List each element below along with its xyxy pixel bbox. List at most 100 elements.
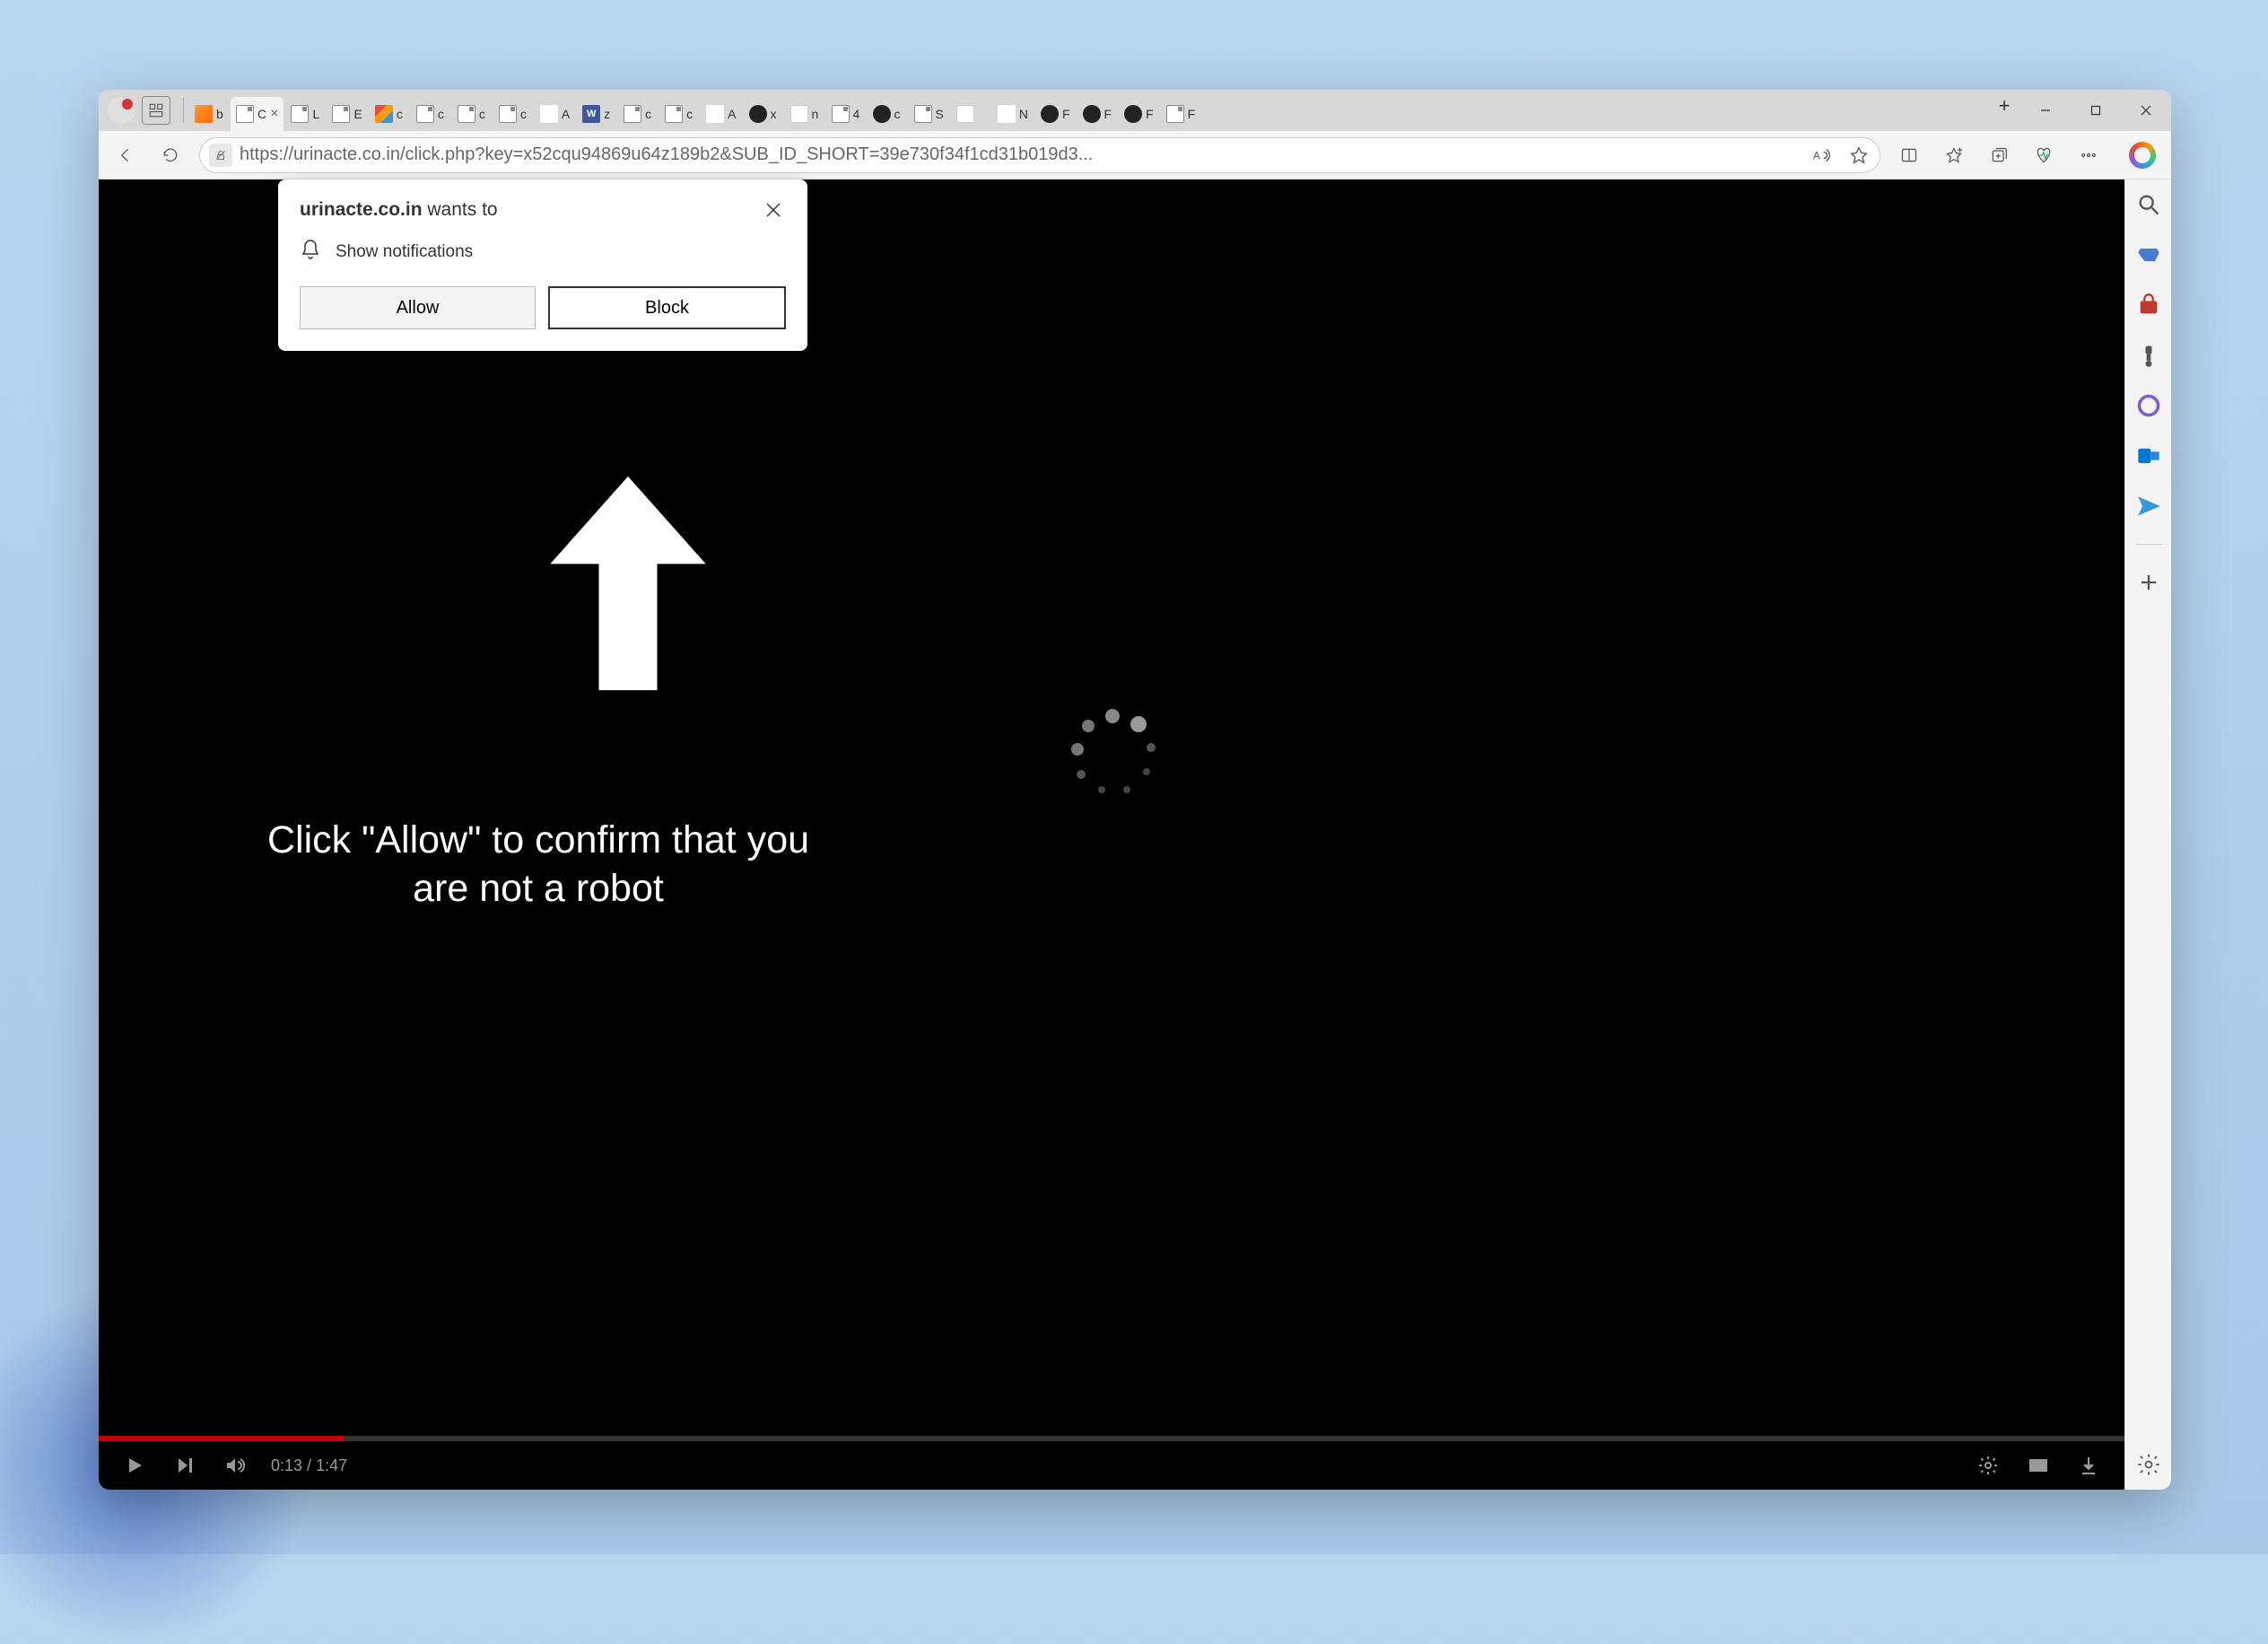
robot-verification-text: Click "Allow" to confirm that you are no… xyxy=(242,817,834,914)
tab[interactable]: c xyxy=(452,97,492,131)
profile-avatar[interactable] xyxy=(108,97,135,124)
video-current-time: 0:13 xyxy=(271,1456,302,1474)
tab[interactable]: c xyxy=(411,97,450,131)
tab-divider xyxy=(183,98,184,123)
tab[interactable]: F xyxy=(1119,97,1159,131)
tab[interactable]: L xyxy=(285,97,325,131)
tab[interactable] xyxy=(951,97,990,131)
tab[interactable]: 4 xyxy=(826,97,866,131)
tab[interactable]: b xyxy=(189,97,229,131)
tab[interactable]: S xyxy=(909,97,949,131)
theater-mode-button[interactable] xyxy=(2024,1451,2053,1480)
permission-label: Show notifications xyxy=(336,242,473,262)
tab-favicon xyxy=(1083,105,1101,123)
tab[interactable]: c xyxy=(868,97,907,131)
allow-button[interactable]: Allow xyxy=(300,286,536,329)
tab[interactable]: F xyxy=(1077,97,1118,131)
tab[interactable]: F xyxy=(1161,97,1201,131)
sidebar-tools-icon[interactable] xyxy=(2136,293,2161,318)
tab[interactable]: C× xyxy=(231,97,284,131)
tab-favicon xyxy=(1166,105,1184,123)
tab[interactable]: A xyxy=(535,97,575,131)
tab-favicon xyxy=(998,105,1016,123)
play-button[interactable] xyxy=(120,1451,149,1480)
tab[interactable]: n xyxy=(785,97,824,131)
tab-label: N xyxy=(1019,107,1028,121)
sidebar-add-button[interactable] xyxy=(2136,570,2161,595)
address-bar[interactable]: https://urinacte.co.in/click.php?key=x52… xyxy=(199,137,1880,173)
settings-menu-button[interactable] xyxy=(2072,139,2105,171)
tab[interactable]: E xyxy=(327,97,367,131)
tab-favicon xyxy=(375,105,393,123)
sidebar-office-icon[interactable] xyxy=(2136,393,2161,418)
sidebar-games-icon[interactable] xyxy=(2136,343,2161,368)
tab[interactable]: Wz xyxy=(577,97,616,131)
tab-label: c xyxy=(397,107,403,121)
volume-button[interactable] xyxy=(221,1451,249,1480)
tab[interactable]: c xyxy=(493,97,533,131)
tab-favicon xyxy=(416,105,434,123)
read-aloud-button[interactable]: A xyxy=(1810,144,1833,167)
bell-icon xyxy=(300,239,321,265)
close-window-button[interactable] xyxy=(2121,90,2171,131)
tab[interactable]: A xyxy=(701,97,741,131)
new-tab-button[interactable]: + xyxy=(1988,90,2020,122)
maximize-button[interactable] xyxy=(2071,90,2121,131)
download-button[interactable] xyxy=(2074,1451,2103,1480)
tab-favicon xyxy=(332,105,350,123)
video-settings-button[interactable] xyxy=(1974,1451,2002,1480)
permission-item: Show notifications xyxy=(300,239,786,265)
sidebar-settings-icon[interactable] xyxy=(2136,1452,2161,1477)
sidebar-outlook-icon[interactable] xyxy=(2136,443,2161,468)
tab-favicon xyxy=(624,105,641,123)
tab-favicon xyxy=(236,105,254,123)
browser-essentials-button[interactable] xyxy=(2028,139,2060,171)
not-secure-icon xyxy=(214,149,227,162)
favorites-button[interactable] xyxy=(1938,139,1970,171)
back-button[interactable] xyxy=(109,139,142,171)
next-button[interactable] xyxy=(170,1451,199,1480)
tab[interactable]: c xyxy=(659,97,699,131)
tab[interactable]: c xyxy=(370,97,409,131)
tab-label: F xyxy=(1188,107,1196,121)
tab[interactable]: N xyxy=(992,97,1034,131)
tab-label: c xyxy=(520,107,527,121)
video-time-display: 0:13 / 1:47 xyxy=(271,1456,347,1475)
permission-close-button[interactable] xyxy=(761,197,786,223)
permission-site-name: urinacte.co.in xyxy=(300,199,423,220)
copilot-button[interactable] xyxy=(2124,137,2160,173)
block-button[interactable]: Block xyxy=(548,286,786,329)
collections-button[interactable] xyxy=(1983,139,2015,171)
tab[interactable]: F xyxy=(1035,97,1076,131)
refresh-button[interactable] xyxy=(154,139,187,171)
video-progress-bar[interactable] xyxy=(99,1436,2124,1441)
tab-label: A xyxy=(562,107,570,121)
video-controls: 0:13 / 1:47 xyxy=(99,1441,2124,1490)
minimize-button[interactable] xyxy=(2020,90,2071,131)
tab[interactable]: x xyxy=(744,97,783,131)
tab-label: A xyxy=(728,107,736,121)
browser-window: bC×LEccccAWzccAxn4cSNFFFF + https://urin… xyxy=(99,90,2171,1490)
workspaces-button[interactable] xyxy=(142,96,170,125)
favorite-button[interactable] xyxy=(1847,144,1871,167)
workspaces-icon xyxy=(148,102,164,118)
sidebar-shopping-icon[interactable] xyxy=(2136,242,2161,267)
tab-label: z xyxy=(604,107,610,121)
tab-favicon xyxy=(914,105,932,123)
copilot-icon xyxy=(2129,142,2156,169)
sidebar-send-icon[interactable] xyxy=(2136,494,2161,519)
video-area[interactable]: Click "Allow" to confirm that you are no… xyxy=(99,179,2124,1436)
tab-favicon xyxy=(832,105,850,123)
window-controls xyxy=(2020,90,2171,131)
tab-label: c xyxy=(438,107,444,121)
site-info-button[interactable] xyxy=(209,144,232,167)
sidebar-divider xyxy=(2135,544,2162,545)
main-area: Click "Allow" to confirm that you are no… xyxy=(99,179,2171,1490)
sidebar-search-icon[interactable] xyxy=(2136,192,2161,217)
toolbar: https://urinacte.co.in/click.php?key=x52… xyxy=(99,131,2171,179)
tab-label: b xyxy=(216,107,223,121)
tab-close-button[interactable]: × xyxy=(270,106,278,122)
split-screen-button[interactable] xyxy=(1893,139,1925,171)
tab[interactable]: c xyxy=(618,97,658,131)
permission-wants-to: wants to xyxy=(427,199,497,220)
